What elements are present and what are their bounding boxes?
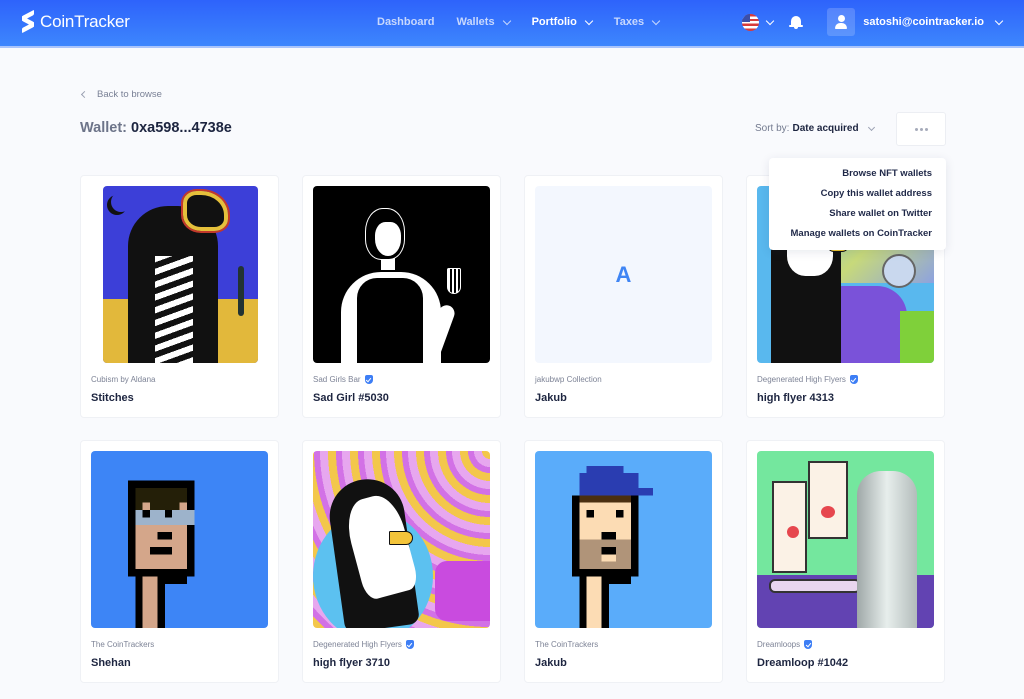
nft-collection: The CoinTrackers	[535, 640, 599, 649]
chevron-down-icon	[502, 16, 511, 25]
us-flag-icon[interactable]	[742, 13, 760, 31]
nft-card[interactable]: The CoinTrackers Shehan	[80, 440, 279, 683]
verified-badge-icon	[804, 640, 813, 649]
verified-badge-icon	[849, 375, 858, 384]
wallet-options-menu: Browse NFT wallets Copy this wallet addr…	[769, 158, 946, 250]
back-to-browse-link[interactable]: Back to browse	[80, 89, 162, 100]
chevron-down-icon	[867, 123, 875, 131]
sort-dropdown[interactable]: Sort by: Date acquired	[755, 123, 875, 134]
sort-label: Sort by:	[755, 123, 790, 134]
nft-image	[313, 451, 490, 628]
menu-item-browse-nft-wallets[interactable]: Browse NFT wallets	[769, 168, 946, 188]
chevron-down-icon	[651, 16, 661, 25]
nav-wallets-label: Wallets	[456, 16, 495, 28]
sort-value: Date acquired	[792, 123, 859, 134]
top-navigation-bar: CoinTracker Dashboard Wallets Portfolio …	[0, 0, 1024, 48]
verified-badge-icon	[364, 375, 373, 384]
menu-item-manage-wallets[interactable]: Manage wallets on CoinTracker	[769, 228, 946, 248]
nav-taxes[interactable]: Taxes	[613, 16, 661, 28]
nav-portfolio[interactable]: Portfolio	[531, 16, 594, 28]
verified-badge-icon	[405, 640, 414, 649]
user-email[interactable]: satoshi@cointracker.io	[863, 16, 984, 28]
nft-image	[757, 451, 934, 628]
nft-collection: Degenerated High Flyers	[313, 640, 414, 649]
nft-collection: Degenerated High Flyers	[757, 375, 858, 384]
bell-icon[interactable]	[789, 15, 804, 29]
nav-dashboard[interactable]: Dashboard	[377, 16, 434, 28]
nft-collection: Dreamloops	[757, 640, 813, 649]
nft-name: Sad Girl #5030	[313, 392, 389, 404]
nft-card[interactable]: The CoinTrackers Jakub	[524, 440, 723, 683]
nft-name: Shehan	[91, 657, 131, 669]
nft-name: Jakub	[535, 392, 567, 404]
nft-collection: jakubwp Collection	[535, 375, 602, 384]
chevron-down-icon	[584, 16, 594, 25]
nft-card[interactable]: Sad Girls Bar Sad Girl #5030	[302, 175, 501, 418]
chevron-down-icon[interactable]	[765, 16, 775, 25]
user-avatar-icon[interactable]	[827, 8, 856, 36]
nft-card[interactable]: A jakubwp Collection Jakub	[524, 175, 723, 418]
brand-name: CoinTracker	[40, 12, 130, 31]
wallet-label: Wallet:	[80, 120, 127, 136]
nft-card[interactable]: Dreamloops Dreamloop #1042	[746, 440, 945, 683]
more-options-button[interactable]	[896, 112, 946, 146]
menu-item-copy-wallet-address[interactable]: Copy this wallet address	[769, 188, 946, 208]
user-controls: satoshi@cointracker.io	[742, 0, 1004, 44]
cointracker-logo-icon	[22, 9, 34, 34]
nft-image	[103, 186, 258, 363]
nft-image-placeholder: A	[535, 186, 712, 363]
wallet-address: 0xa598...4738e	[131, 120, 232, 136]
nft-image	[535, 451, 712, 628]
chevron-left-icon	[80, 90, 89, 99]
nft-image	[91, 451, 268, 628]
nft-card[interactable]: Cubism by Aldana Stitches	[80, 175, 279, 418]
nav-dashboard-label: Dashboard	[377, 16, 435, 28]
nft-name: Stitches	[91, 392, 134, 404]
main-nav: Dashboard Wallets Portfolio Taxes	[377, 0, 681, 44]
nft-image	[313, 186, 490, 363]
nft-collection: Cubism by Aldana	[91, 375, 156, 384]
nft-collection: The CoinTrackers	[91, 640, 155, 649]
menu-item-share-on-twitter[interactable]: Share wallet on Twitter	[769, 208, 946, 228]
chevron-down-icon[interactable]	[994, 16, 1004, 25]
nft-name: high flyer 3710	[313, 657, 391, 669]
page-title: Wallet: 0xa598...4738e	[80, 120, 232, 136]
nft-name: Dreamloop #1042	[757, 657, 849, 669]
nft-name: Jakub	[535, 657, 567, 669]
back-label: Back to browse	[97, 89, 162, 100]
nav-wallets[interactable]: Wallets	[456, 16, 511, 28]
nav-taxes-label: Taxes	[613, 16, 645, 28]
nft-name: high flyer 4313	[757, 392, 835, 404]
cointracker-logo[interactable]: CoinTracker	[22, 9, 130, 34]
nft-collection: Sad Girls Bar	[313, 375, 373, 384]
nft-card[interactable]: Degenerated High Flyers high flyer 3710	[302, 440, 501, 683]
ellipsis-icon	[914, 127, 918, 131]
nav-portfolio-label: Portfolio	[531, 16, 577, 28]
